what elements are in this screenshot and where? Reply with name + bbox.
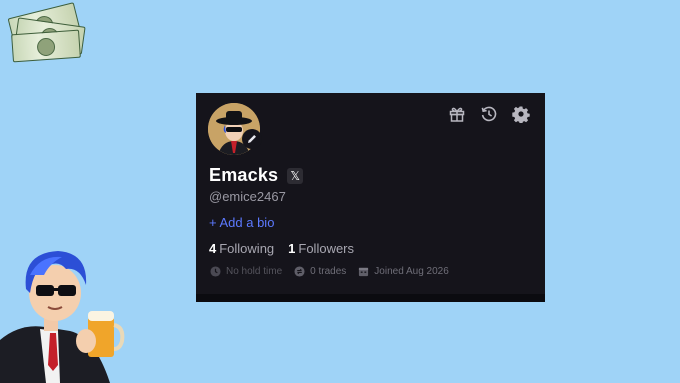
trades-stat: 0 trades	[294, 266, 346, 277]
pencil-icon	[248, 135, 256, 143]
money-stack-decoration	[6, 2, 88, 64]
display-name: Emacks	[209, 165, 279, 185]
following-label: Following	[219, 241, 275, 256]
add-bio-link[interactable]: + Add a bio	[209, 215, 274, 230]
settings-button[interactable]	[511, 104, 531, 124]
history-button[interactable]	[479, 104, 499, 124]
card-footer-bar	[196, 294, 545, 302]
gear-icon	[512, 106, 530, 123]
trades-text: 0 trades	[310, 266, 347, 277]
swap-icon	[294, 266, 305, 277]
followers-label: Followers	[298, 241, 355, 256]
avatar-container[interactable]	[208, 103, 262, 155]
following-count: 4	[209, 241, 217, 256]
calendar-icon	[359, 267, 369, 277]
username-handle: @emice2467	[209, 189, 286, 204]
following-stat[interactable]: 4 Following	[209, 241, 274, 256]
followers-count: 1	[288, 241, 296, 256]
clock-icon	[210, 266, 221, 277]
x-link-badge[interactable]: 𝕏	[287, 167, 304, 184]
character-illustration	[0, 251, 125, 383]
edit-avatar-button[interactable]	[242, 129, 262, 149]
joined-text: Joined Aug 2026	[374, 266, 449, 277]
gift-button[interactable]	[447, 104, 467, 124]
gift-icon	[449, 107, 465, 122]
hold-time-stat: No hold time	[210, 266, 282, 277]
joined-stat: Joined Aug 2026	[358, 266, 449, 277]
followers-stat[interactable]: 1 Followers	[288, 241, 354, 256]
history-icon	[481, 106, 497, 122]
hold-time-text: No hold time	[226, 266, 283, 277]
profile-card: Emacks 𝕏 @emice2467 + Add a bio 4 Followi…	[196, 93, 545, 302]
